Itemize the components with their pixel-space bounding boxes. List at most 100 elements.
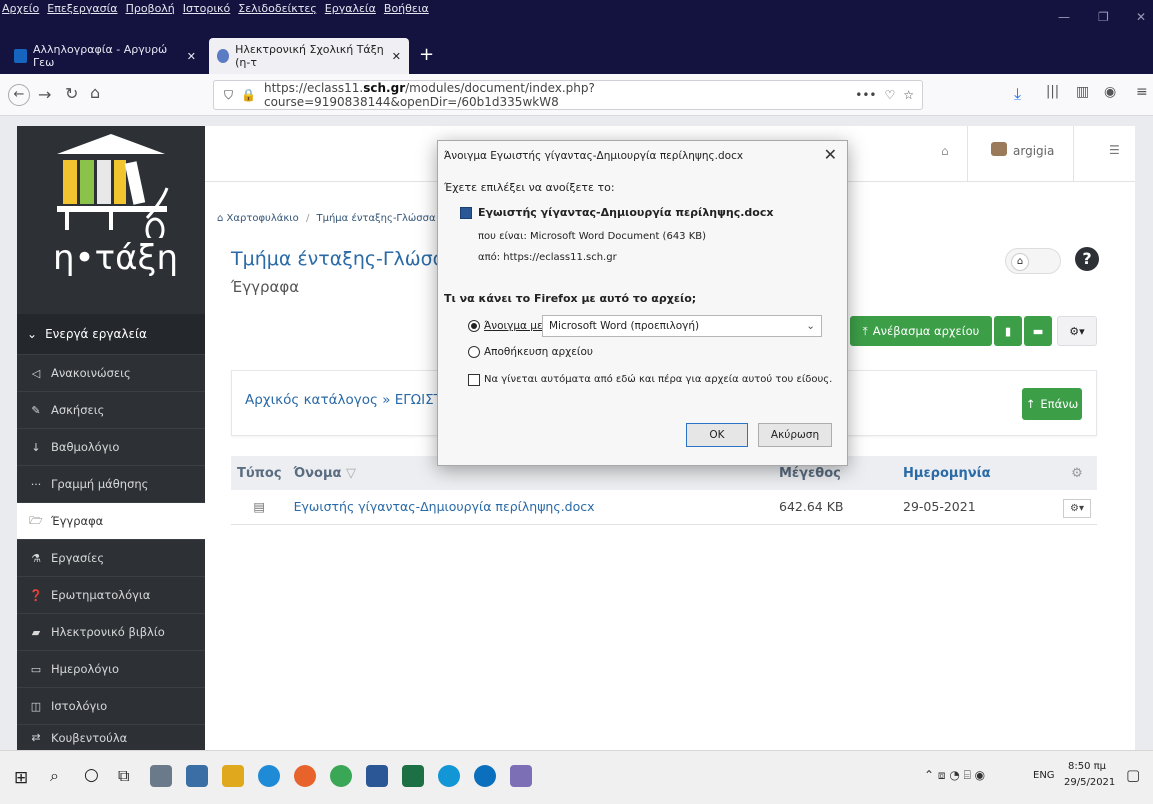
arrow-up-icon: ↑ (1025, 397, 1036, 411)
tab-label: Ηλεκτρονική Σχολική Τάξη (η-τ (235, 43, 384, 69)
cancel-button[interactable]: Ακύρωση (758, 423, 832, 447)
home-icon[interactable]: ⌂ (90, 83, 100, 102)
new-tab-button[interactable]: + (419, 44, 434, 65)
paint-icon[interactable] (510, 765, 532, 787)
new-folder-button[interactable]: ▬ (1024, 316, 1052, 346)
dialog-close-icon[interactable]: ✕ (824, 145, 837, 164)
close-window-icon[interactable]: ✕ (1136, 10, 1146, 24)
menu-edit[interactable]: Επεξεργασία (47, 2, 117, 15)
bookmark-star-icon[interactable]: ☆ (903, 88, 914, 102)
task-view-icon[interactable]: ⧉ (118, 766, 129, 786)
sidebar-item-announcements[interactable]: ◁ Ανακοινώσεις (17, 354, 205, 391)
upload-icon: ⤒ (862, 323, 868, 338)
active-tools-header[interactable]: ⌄ Ενεργά εργαλεία (17, 314, 205, 354)
account-icon[interactable]: ◉ (1104, 84, 1116, 100)
open-with-dropdown[interactable]: Microsoft Word (προεπιλογή) ⌄ (542, 315, 822, 337)
app-icon[interactable] (474, 765, 496, 787)
tab-label: Αλληλογραφία - Αργυρώ Γεω (33, 43, 168, 69)
search-icon[interactable]: ⌕ (50, 766, 59, 786)
menu-tools[interactable]: Εργαλεία (325, 2, 376, 15)
file-name-link[interactable]: Εγωιστής γίγαντας-Δημιουργία περίληψης.d… (287, 490, 773, 525)
cortana-icon[interactable]: ○ (84, 765, 99, 785)
sidebar-item-calendar[interactable]: ▭ Ημερολόγιο (17, 650, 205, 687)
restore-icon[interactable]: ❐ (1098, 10, 1109, 24)
tab-eclass[interactable]: Ηλεκτρονική Σχολική Τάξη (η-τ ✕ (209, 38, 409, 74)
dialog-from: από: https://eclass11.sch.gr (478, 252, 617, 263)
save-file-radio[interactable] (468, 346, 480, 358)
forward-icon[interactable]: → (38, 85, 51, 104)
username[interactable]: argigia (1013, 144, 1054, 158)
sidebar-item-documents[interactable]: 🗁 Έγγραφα (17, 502, 205, 539)
up-button[interactable]: ↑ Επάνω (1022, 388, 1082, 420)
col-date[interactable]: Ημερομηνία (897, 456, 1057, 490)
notifications-icon[interactable]: ▢ (1126, 766, 1140, 784)
page-actions-icon[interactable]: ••• (855, 88, 876, 102)
breadcrumb-portfolio[interactable]: Χαρτοφυλάκιο (227, 213, 299, 224)
url-bar[interactable]: ⛉ 🔒 https://eclass11.sch.gr/modules/docu… (213, 80, 923, 110)
clock-date[interactable]: 29/5/2021 (1064, 777, 1115, 788)
pocket-icon[interactable]: ♡ (884, 88, 895, 102)
reload-icon[interactable]: ↻ (65, 84, 78, 103)
menu-file[interactable]: Αρχείο (2, 2, 39, 15)
edge-icon[interactable] (258, 765, 280, 787)
open-with-label[interactable]: Άνοιγμα με (484, 320, 543, 332)
sidebar-item-chat[interactable]: ⇄ Κουβεντούλα (17, 724, 205, 750)
settings-dropdown-button[interactable]: ⚙▾ (1057, 316, 1097, 346)
menu-bookmarks[interactable]: Σελιδοδείκτες (238, 2, 317, 15)
sidebar-item-ebook[interactable]: ▰ Ηλεκτρονικό βιβλίο (17, 613, 205, 650)
open-with-radio[interactable] (468, 320, 480, 332)
back-icon[interactable]: ← (8, 84, 30, 106)
menu-help[interactable]: Βοήθεια (384, 2, 429, 15)
tray-icons[interactable]: ⌃ ⧈ ◔ ⌸ ◉ (924, 768, 985, 783)
course-title[interactable]: Τμήμα ένταξης-Γλώσσα (231, 248, 457, 270)
logo-graphic (57, 134, 169, 238)
save-file-label[interactable]: Αποθήκευση αρχείου (484, 346, 593, 358)
ok-button[interactable]: OK (686, 423, 748, 447)
minimize-icon[interactable]: — (1058, 10, 1070, 24)
excel-icon[interactable] (402, 765, 424, 787)
sidebar-icon[interactable]: ▥ (1076, 84, 1089, 100)
people-icon[interactable] (186, 765, 208, 787)
library-icon[interactable]: ||| (1046, 84, 1059, 99)
help-icon[interactable]: ? (1075, 247, 1099, 271)
eclass-logo[interactable]: η•τάξη (17, 126, 205, 306)
sidebar-item-exercises[interactable]: ✎ Ασκήσεις (17, 391, 205, 428)
close-tab-icon[interactable]: ✕ (392, 50, 401, 63)
word-icon[interactable] (366, 765, 388, 787)
store-icon[interactable] (150, 765, 172, 787)
close-tab-icon[interactable]: ✕ (187, 50, 196, 63)
file-explorer-icon[interactable] (222, 765, 244, 787)
sliders-icon[interactable]: ☰ (1109, 143, 1120, 157)
download-icon[interactable]: ⤓ (1014, 84, 1021, 104)
sidebar-item-blog[interactable]: ◫ Ιστολόγιο (17, 687, 205, 724)
breadcrumb-course[interactable]: Τμήμα ένταξης-Γλώσσα (317, 213, 436, 224)
edit-icon: ✎ (31, 403, 41, 417)
breadcrumb: ⌂ Χαρτοφυλάκιο / Τμήμα ένταξης-Γλώσσα (217, 213, 436, 224)
new-document-button[interactable]: ▮ (994, 316, 1022, 346)
cogs-icon: ⚙ (1057, 456, 1097, 490)
sidebar-item-learning-path[interactable]: ··· Γραμμή μάθησης (17, 465, 205, 502)
language-indicator[interactable]: ENG (1033, 770, 1055, 781)
windows-start-icon[interactable]: ⊞ (14, 768, 28, 788)
sidebar-item-questionnaires[interactable]: ❓ Ερωτηματολόγια (17, 576, 205, 613)
upload-file-button[interactable]: ⤒ Ανέβασμα αρχείου (850, 316, 992, 346)
home-icon[interactable]: ⌂ (941, 144, 949, 158)
sidebar-item-assignments[interactable]: ⚗ Εργασίες (17, 539, 205, 576)
graduation-cap-icon: ⌂ (1011, 253, 1029, 271)
skype-icon[interactable] (438, 765, 460, 787)
menu-history[interactable]: Ιστορικό (183, 2, 231, 15)
firefox-icon[interactable] (294, 765, 316, 787)
auto-label[interactable]: Να γίνεται αυτόματα από εδώ και πέρα για… (484, 374, 832, 385)
menu-hamburger-icon[interactable]: ≡ (1136, 84, 1148, 100)
avatar[interactable] (991, 142, 1007, 156)
chrome-icon[interactable] (330, 765, 352, 787)
book-icon: ▰ (31, 625, 41, 639)
ellipsis-icon: ··· (30, 477, 42, 491)
student-view-toggle[interactable]: ⌂ (1005, 248, 1061, 274)
clock-time[interactable]: 8:50 πμ (1068, 761, 1106, 772)
sidebar-item-gradebook[interactable]: ↓ Βαθμολόγιο (17, 428, 205, 465)
row-actions-button[interactable]: ⚙▾ (1063, 499, 1091, 519)
menu-view[interactable]: Προβολή (126, 2, 175, 15)
auto-checkbox[interactable] (468, 374, 480, 386)
tab-mail[interactable]: Αλληλογραφία - Αργυρώ Γεω ✕ (6, 38, 204, 74)
